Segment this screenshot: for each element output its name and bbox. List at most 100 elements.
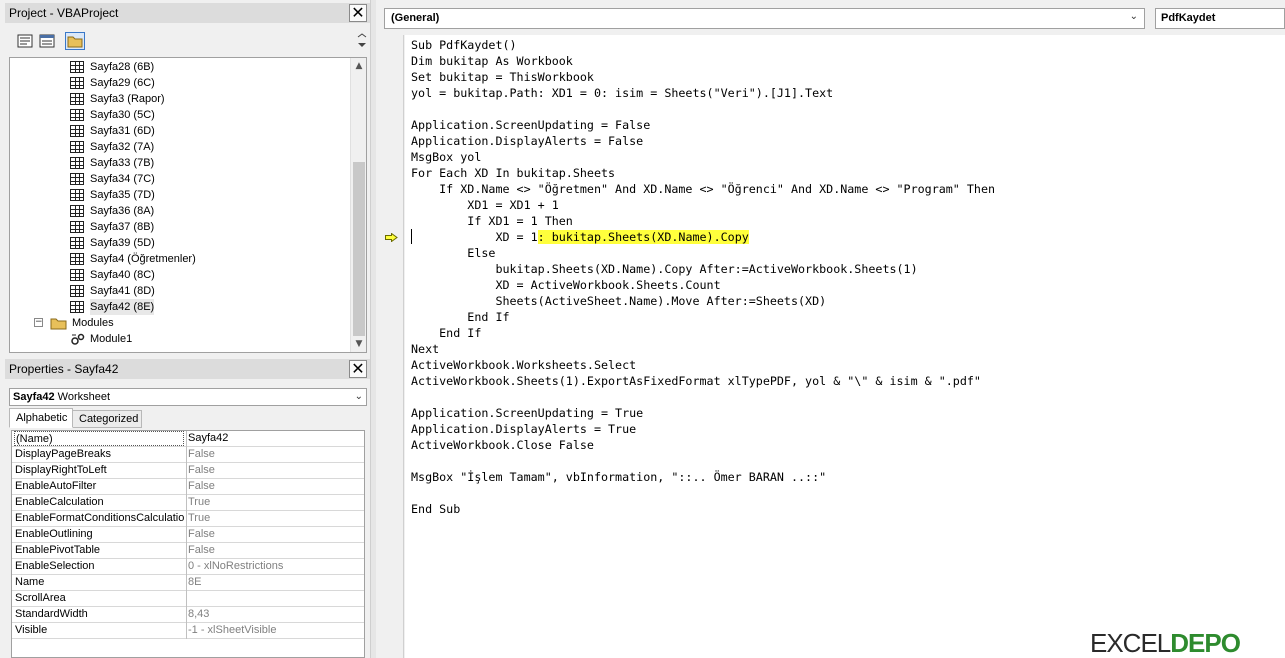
code-line[interactable]: Sheets(ActiveSheet.Name).Move After:=She… [411, 293, 995, 309]
property-row[interactable]: EnableAutoFilter False [12, 479, 364, 495]
code-line[interactable]: Sub PdfKaydet() [411, 37, 995, 53]
collapse-icon[interactable]: − [34, 318, 43, 327]
tree-item-label: Sayfa41 (8D) [90, 285, 155, 297]
tab-categorized[interactable]: Categorized [72, 410, 142, 428]
object-selector[interactable]: Sayfa42 Worksheet ⌄ [9, 388, 367, 406]
scroll-up-icon[interactable]: ▲ [351, 58, 366, 74]
code-editor[interactable]: Sub PdfKaydet() Dim bukitap As Workbook Se… [405, 35, 1285, 658]
code-line[interactable]: ActiveWorkbook.Sheets(1).ExportAsFixedFo… [411, 373, 995, 389]
code-line[interactable]: Next [411, 341, 995, 357]
column-divider [186, 463, 187, 479]
property-value[interactable]: False [188, 543, 215, 558]
property-row[interactable]: Visible -1 - xlSheetVisible [12, 623, 364, 639]
worksheet-icon [70, 125, 84, 137]
property-name: Name [15, 576, 45, 588]
column-divider [186, 623, 187, 639]
object-combo[interactable]: (General) ⌄ [384, 8, 1145, 29]
object-type: Worksheet [57, 391, 111, 403]
property-value[interactable]: -1 - xlSheetVisible [188, 623, 276, 638]
property-row[interactable]: ScrollArea [12, 591, 364, 607]
tab-alphabetic[interactable]: Alphabetic [9, 408, 73, 428]
property-row[interactable]: EnableFormatConditionsCalculation True [12, 511, 364, 527]
view-object-button[interactable] [37, 32, 57, 50]
code-line[interactable]: XD1 = XD1 + 1 [411, 197, 995, 213]
property-value[interactable]: True [188, 511, 210, 526]
code-line[interactable]: Application.ScreenUpdating = True [411, 405, 995, 421]
code-line[interactable]: Set bukitap = ThisWorkbook [411, 69, 995, 85]
property-value[interactable]: Sayfa42 [188, 431, 228, 446]
code-line[interactable]: End Sub [411, 501, 995, 517]
code-line[interactable]: Else [411, 245, 995, 261]
property-name: ScrollArea [15, 592, 66, 604]
scroll-thumb[interactable] [353, 162, 365, 336]
property-value[interactable]: False [188, 527, 215, 542]
project-tree[interactable]: Sayfa28 (6B) Sayfa29 (6C) Sayfa3 (Rapor) Sa… [9, 57, 367, 353]
code-line[interactable]: Application.DisplayAlerts = True [411, 421, 995, 437]
code-line[interactable]: XD = ActiveWorkbook.Sheets.Count [411, 277, 995, 293]
column-divider [186, 543, 187, 559]
code-line[interactable] [411, 453, 995, 469]
code-line[interactable]: XD = 1: bukitap.Sheets(XD.Name).Copy [411, 229, 995, 245]
code-line[interactable]: yol = bukitap.Path: XD1 = 0: isim = Shee… [411, 85, 995, 101]
property-row[interactable]: EnableOutlining False [12, 527, 364, 543]
code-line[interactable] [411, 389, 995, 405]
code-line[interactable]: ActiveWorkbook.Close False [411, 437, 995, 453]
project-pane-title-bar: Project - VBAProject ✕ [5, 3, 370, 23]
worksheet-icon [70, 93, 84, 105]
code-line[interactable]: Application.ScreenUpdating = False [411, 117, 995, 133]
code-line[interactable]: For Each XD In bukitap.Sheets [411, 165, 995, 181]
code-text[interactable]: Sub PdfKaydet() Dim bukitap As Workbook Se… [411, 37, 995, 517]
property-row[interactable]: DisplayPageBreaks False [12, 447, 364, 463]
column-divider [186, 607, 187, 623]
chevron-down-icon[interactable]: ⌄ [1130, 9, 1138, 25]
view-code-button[interactable] [15, 32, 35, 50]
toggle-folders-button[interactable] [65, 32, 85, 50]
tree-item-label: Sayfa40 (8C) [90, 269, 155, 281]
property-row[interactable]: Name 8E [12, 575, 364, 591]
code-line[interactable]: ActiveWorkbook.Worksheets.Select [411, 357, 995, 373]
worksheet-icon [70, 109, 84, 121]
pane-splitter[interactable] [370, 0, 376, 658]
property-value[interactable]: False [188, 447, 215, 462]
code-line[interactable]: If XD1 = 1 Then [411, 213, 995, 229]
property-name: Visible [15, 624, 48, 636]
properties-pane-title: Properties - Sayfa42 [9, 362, 119, 376]
code-line[interactable]: End If [411, 325, 995, 341]
tree-scrollbar[interactable]: ▲ ▼ [350, 58, 366, 352]
property-name: EnableFormatConditionsCalculation [15, 512, 185, 524]
property-value[interactable]: 8E [188, 575, 201, 590]
tree-item-label: Sayfa36 (8A) [90, 205, 155, 217]
property-row[interactable]: DisplayRightToLeft False [12, 463, 364, 479]
column-divider [186, 479, 187, 495]
code-line[interactable]: Dim bukitap As Workbook [411, 53, 995, 69]
property-row[interactable]: EnableSelection 0 - xlNoRestrictions [12, 559, 364, 575]
code-line[interactable]: bukitap.Sheets(XD.Name).Copy After:=Acti… [411, 261, 995, 277]
procedure-combo[interactable]: PdfKaydet [1155, 8, 1285, 29]
project-close-icon[interactable]: ✕ [349, 4, 367, 22]
properties-close-icon[interactable]: ✕ [349, 360, 367, 378]
column-divider [186, 575, 187, 591]
property-value[interactable]: 8,43 [188, 607, 209, 622]
code-line[interactable]: MsgBox "İşlem Tamam", vbInformation, "::… [411, 469, 995, 485]
margin-indicator-bar[interactable] [377, 35, 404, 658]
scroll-down-icon[interactable]: ▼ [351, 336, 366, 352]
code-line[interactable]: If XD.Name <> "Öğretmen" And XD.Name <> … [411, 181, 995, 197]
code-line[interactable] [411, 485, 995, 501]
code-line[interactable]: MsgBox yol [411, 149, 995, 165]
property-value[interactable]: False [188, 463, 215, 478]
tree-item-label: Sayfa31 (6D) [90, 125, 155, 137]
code-line[interactable]: Application.DisplayAlerts = False [411, 133, 995, 149]
code-line[interactable] [411, 101, 995, 117]
property-value[interactable]: True [188, 495, 210, 510]
property-row[interactable]: EnableCalculation True [12, 495, 364, 511]
toolbar-scroll-icon[interactable] [356, 31, 368, 51]
property-row[interactable]: (Name) Sayfa42 [12, 431, 364, 447]
chevron-down-icon[interactable]: ⌄ [355, 389, 363, 405]
tree-item-label: Sayfa34 (7C) [90, 173, 155, 185]
code-line[interactable]: End If [411, 309, 995, 325]
property-value[interactable]: 0 - xlNoRestrictions [188, 559, 283, 574]
property-value[interactable]: False [188, 479, 215, 494]
property-row[interactable]: StandardWidth 8,43 [12, 607, 364, 623]
property-row[interactable]: EnablePivotTable False [12, 543, 364, 559]
project-pane-title: Project - VBAProject [9, 6, 119, 20]
